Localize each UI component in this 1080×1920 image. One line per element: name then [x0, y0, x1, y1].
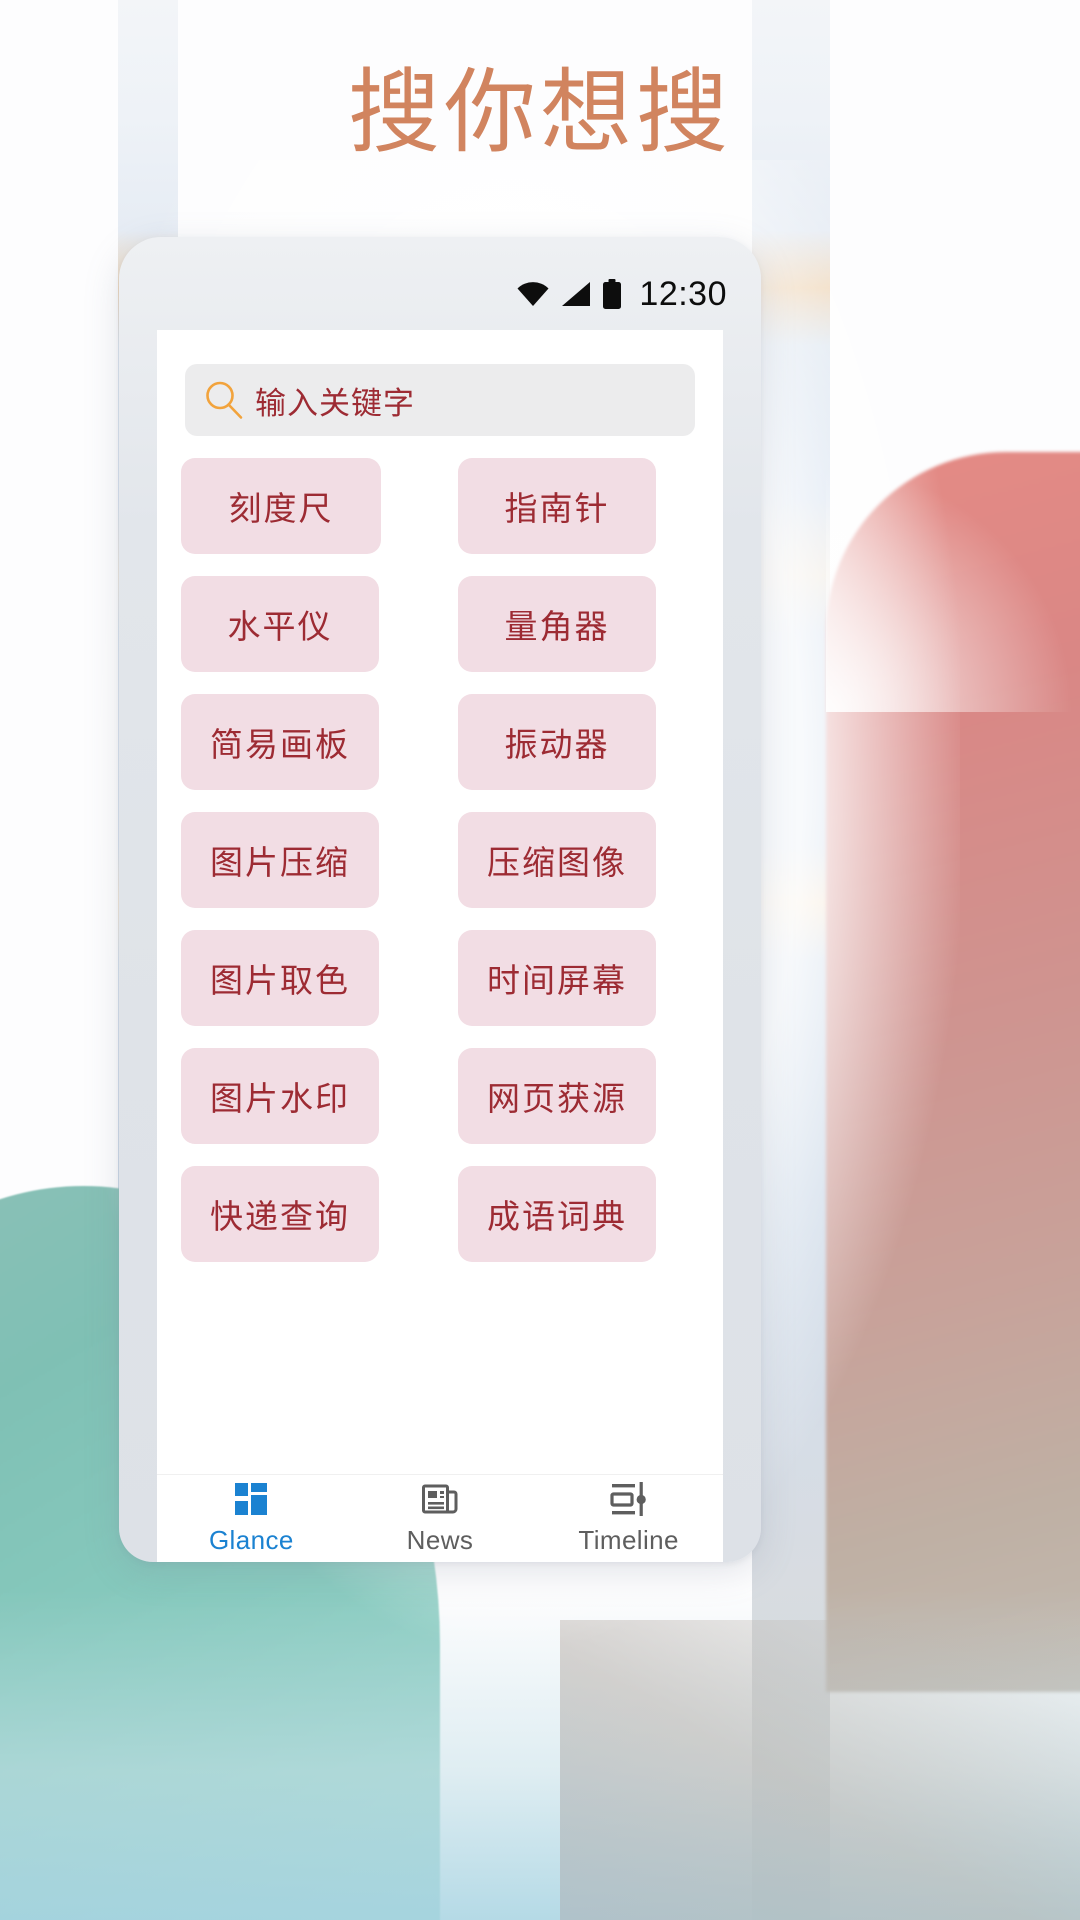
nav-label: News [406, 1525, 474, 1555]
tool-tile[interactable]: 指南针 [458, 458, 656, 554]
nav-label: Timeline [578, 1525, 679, 1555]
tool-tile[interactable]: 刻度尺 [181, 458, 381, 554]
search-input[interactable]: 输入关键字 [185, 364, 695, 436]
search-icon [206, 381, 243, 419]
tool-grid: 刻度尺 指南针 水平仪 量角器 简易画板 振动器 图片压缩 压缩图像 图片取色 … [157, 458, 723, 1262]
cellular-signal-icon [562, 282, 591, 306]
bottom-right-wash [560, 1620, 1080, 1920]
tool-tile[interactable]: 时间屏幕 [458, 930, 656, 1026]
tool-tile[interactable]: 压缩图像 [458, 812, 656, 908]
tool-tile[interactable]: 网页获源 [458, 1048, 656, 1144]
tool-tile[interactable]: 成语词典 [458, 1166, 656, 1262]
tool-tile[interactable]: 振动器 [458, 694, 656, 790]
tool-tile[interactable]: 水平仪 [181, 576, 379, 672]
page-title: 搜你想搜 [347, 59, 732, 166]
timeline-icon [610, 1482, 646, 1516]
status-bar-clock: 12:30 [639, 274, 727, 313]
search-placeholder: 输入关键字 [255, 385, 415, 422]
bottom-navigation: Glance News Timeline [157, 1474, 723, 1562]
newspaper-icon [421, 1484, 458, 1514]
tool-tile[interactable]: 图片水印 [181, 1048, 379, 1144]
nav-label: Glance [208, 1525, 294, 1555]
phone-mockup: 12:30 输入关键字 刻度尺 指南针 水平仪 量角器 简易画板 振动器 图片压… [119, 237, 761, 1562]
battery-icon [603, 279, 622, 309]
tool-tile[interactable]: 快递查询 [181, 1166, 379, 1262]
tool-tile[interactable]: 量角器 [458, 576, 656, 672]
nav-item-glance[interactable]: Glance [176, 1479, 326, 1556]
tool-tile[interactable]: 图片压缩 [181, 812, 379, 908]
phone-screen: 输入关键字 刻度尺 指南针 水平仪 量角器 简易画板 振动器 图片压缩 压缩图像… [157, 330, 723, 1474]
nav-item-news[interactable]: News [365, 1479, 515, 1556]
status-bar: 12:30 [119, 237, 761, 329]
dashboard-grid-icon [235, 1483, 268, 1515]
tool-tile[interactable]: 简易画板 [181, 694, 379, 790]
tool-tile[interactable]: 图片取色 [181, 930, 379, 1026]
nav-item-timeline[interactable]: Timeline [554, 1479, 704, 1556]
wifi-icon [517, 282, 549, 306]
